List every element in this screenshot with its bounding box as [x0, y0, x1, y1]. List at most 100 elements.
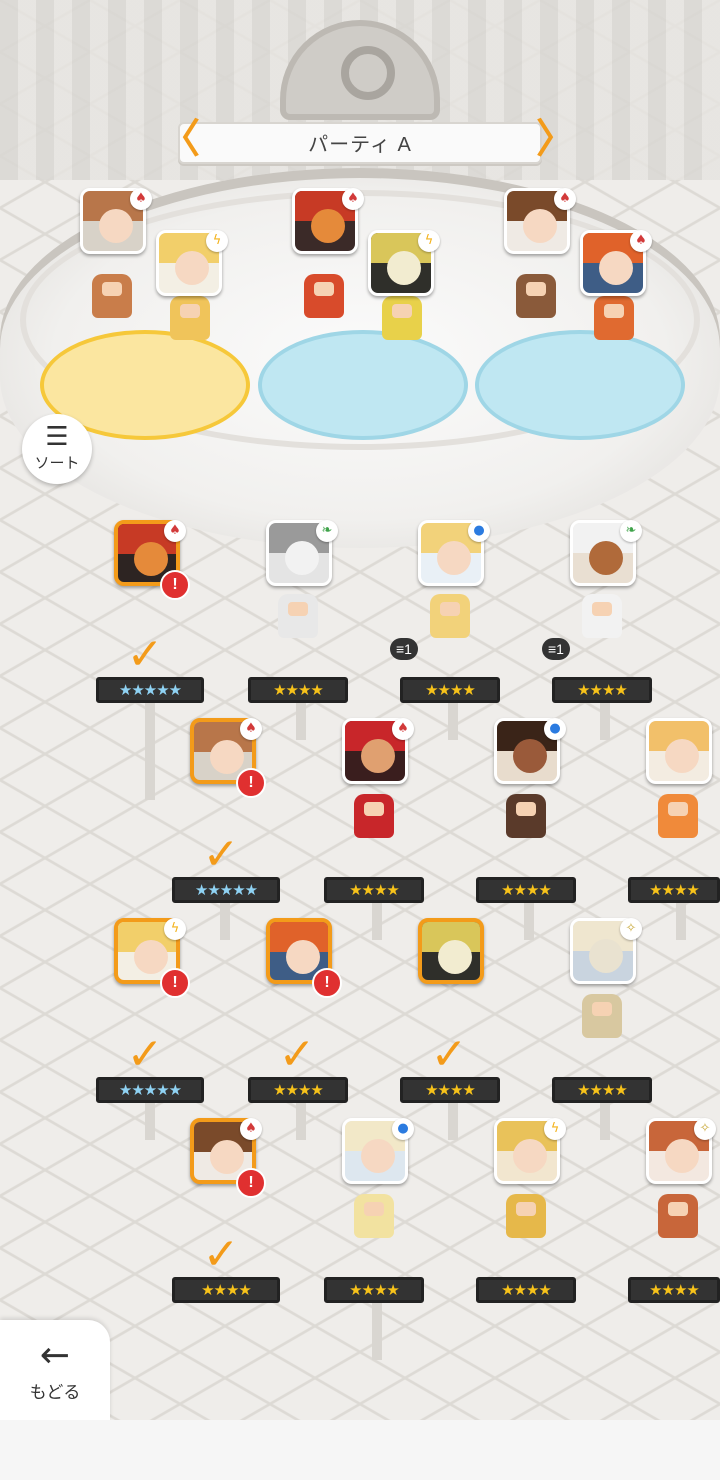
roster-stars-1: ★★★★★	[96, 677, 204, 703]
roster-stars-13: ★★★★	[172, 1277, 280, 1303]
face	[665, 1139, 699, 1173]
fire-element-icon: ♠	[240, 718, 262, 740]
face	[311, 209, 345, 243]
lightning-element-icon: ϟ	[164, 918, 186, 940]
sort-button[interactable]: ☰ ソート	[22, 414, 92, 484]
party-selector: 〈 パーティ A 〉	[160, 118, 576, 164]
stem	[448, 1100, 458, 1140]
party-slot-4[interactable]	[354, 296, 450, 400]
duplicate-count-badge: ≡1	[390, 638, 418, 660]
check-icon: ✓	[126, 1029, 164, 1080]
face	[210, 1140, 244, 1174]
face	[523, 209, 557, 243]
roster-stars-10: ★★★★	[248, 1077, 348, 1103]
party-slot-6[interactable]	[566, 296, 662, 400]
roster-stars-6: ★★★★	[324, 877, 424, 903]
face	[175, 251, 209, 285]
wind-element-icon: ❧	[316, 520, 338, 542]
sort-label: ソート	[34, 454, 80, 472]
stem	[296, 1100, 306, 1140]
light-element-icon: ✧	[620, 918, 642, 940]
check-icon: ✓	[278, 1029, 316, 1080]
lightning-element-icon: ϟ	[544, 1118, 566, 1140]
fire-element-icon: ♠	[554, 188, 576, 210]
arrow-left-icon: ←	[39, 1335, 71, 1376]
stem	[676, 900, 686, 940]
party-name: パーティ A	[308, 134, 412, 156]
fire-element-icon: ♠	[630, 230, 652, 252]
roster-stars-14: ★★★★	[324, 1277, 424, 1303]
water-element-icon: ●	[468, 520, 490, 542]
fire-element-icon: ♠	[392, 718, 414, 740]
fire-element-icon: ♠	[240, 1118, 262, 1140]
check-icon: ✓	[202, 1229, 240, 1280]
warning-icon: !	[236, 1168, 266, 1198]
roster-portrait-8[interactable]	[646, 718, 712, 784]
water-element-icon: ●	[544, 718, 566, 740]
sprite	[516, 274, 556, 318]
face	[99, 209, 133, 243]
roster-stars-8: ★★★★	[628, 877, 720, 903]
next-party-arrow-icon[interactable]: 〉	[536, 118, 576, 164]
check-icon: ✓	[202, 829, 240, 880]
lightning-element-icon: ϟ	[418, 230, 440, 252]
face	[134, 542, 168, 576]
sprite	[594, 296, 634, 340]
stem	[296, 700, 306, 740]
face	[387, 251, 421, 285]
stem	[220, 900, 230, 940]
warning-icon: !	[160, 570, 190, 600]
face	[285, 541, 319, 575]
face	[437, 541, 471, 575]
roster-stars-4: ★★★★	[552, 677, 652, 703]
face	[361, 1139, 395, 1173]
water-element-icon: ●	[392, 1118, 414, 1140]
stem	[145, 700, 155, 800]
roster-portrait-11[interactable]	[418, 918, 484, 984]
sprite	[506, 1194, 546, 1238]
roster-stars-2: ★★★★	[248, 677, 348, 703]
warning-icon: !	[160, 968, 190, 998]
sprite	[430, 594, 470, 638]
stem	[372, 1300, 382, 1360]
stack-icon: ≡	[396, 641, 405, 657]
face	[361, 739, 395, 773]
sprite	[582, 994, 622, 1038]
sprite	[304, 274, 344, 318]
duplicate-count: 1	[556, 641, 564, 657]
sprite	[506, 794, 546, 838]
party-slot-2[interactable]	[142, 296, 238, 400]
face	[513, 1139, 547, 1173]
wind-element-icon: ❧	[620, 520, 642, 542]
bottom-bar	[0, 1420, 720, 1480]
sprite	[382, 296, 422, 340]
fire-element-icon: ♠	[130, 188, 152, 210]
warning-icon: !	[312, 968, 342, 998]
face	[589, 939, 623, 973]
warning-icon: !	[236, 768, 266, 798]
face	[589, 541, 623, 575]
sprite	[92, 274, 132, 318]
duplicate-count-badge: ≡1	[542, 638, 570, 660]
sprite	[278, 594, 318, 638]
sprite	[658, 794, 698, 838]
sprite	[582, 594, 622, 638]
sprite	[658, 1194, 698, 1238]
roster-stars-7: ★★★★	[476, 877, 576, 903]
fire-element-icon: ♠	[342, 188, 364, 210]
roster-stars-11: ★★★★	[400, 1077, 500, 1103]
back-button[interactable]: ← もどる	[0, 1320, 110, 1420]
stem	[448, 700, 458, 740]
face	[599, 251, 633, 285]
face	[665, 739, 699, 773]
back-label: もどる	[29, 1383, 81, 1403]
fire-element-icon: ♠	[164, 520, 186, 542]
sprite	[354, 1194, 394, 1238]
face	[210, 740, 244, 774]
stem	[145, 1100, 155, 1140]
face	[134, 940, 168, 974]
sprite	[354, 794, 394, 838]
light-element-icon: ✧	[694, 1118, 716, 1140]
sort-icon: ☰	[45, 422, 69, 452]
roster-stars-12: ★★★★	[552, 1077, 652, 1103]
